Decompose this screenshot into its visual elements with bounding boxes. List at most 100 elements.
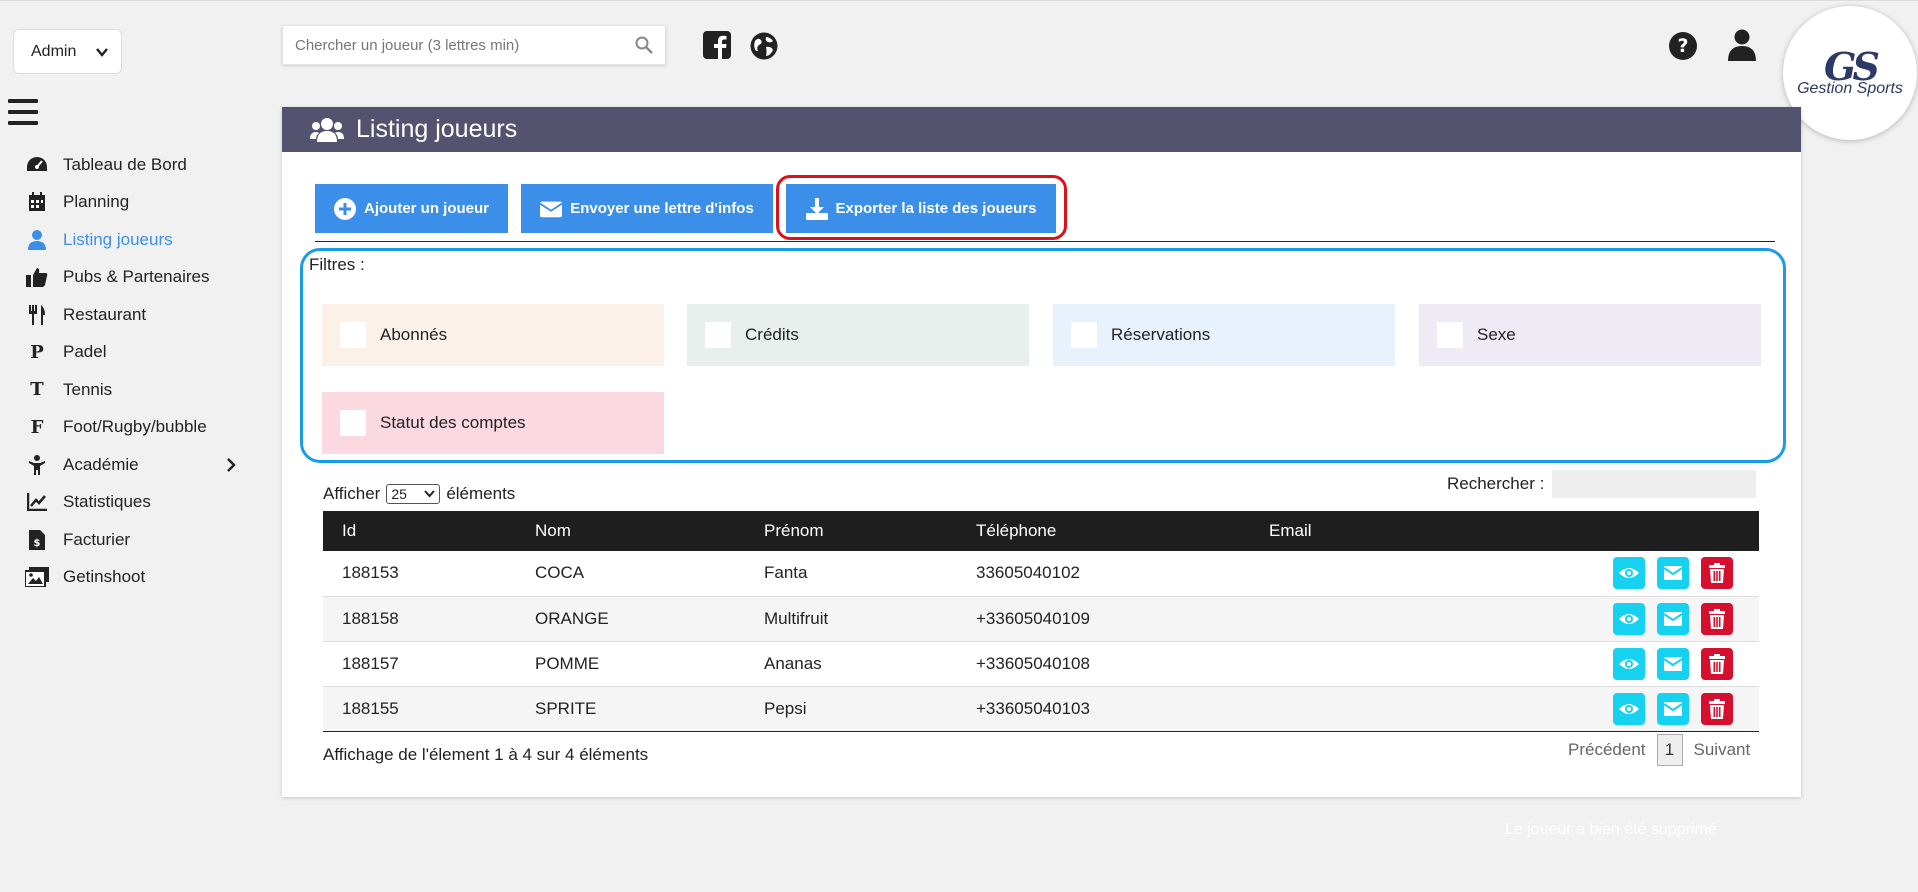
- column-header-id[interactable]: Id: [323, 511, 516, 551]
- page-title: Listing joueurs: [356, 115, 518, 143]
- sidebar-item-pubs-partenaires[interactable]: Pubs & Partenaires: [24, 259, 234, 297]
- view-button[interactable]: [1613, 647, 1645, 680]
- cell-telephone: +33605040109: [957, 596, 1250, 642]
- delete-button[interactable]: [1701, 557, 1733, 590]
- chart-line-icon: [24, 491, 50, 513]
- role-select-value: Admin: [31, 42, 77, 60]
- table-row: 188153 COCA Fanta 33605040102: [323, 551, 1759, 597]
- sidebar-item-label: Foot/Rugby/bubble: [63, 417, 207, 437]
- column-header-telephone[interactable]: Téléphone: [957, 511, 1250, 551]
- images-icon: [24, 566, 50, 588]
- account-icon[interactable]: [1728, 29, 1756, 61]
- envelope-icon: [1663, 701, 1683, 716]
- filter-checkbox[interactable]: [705, 322, 731, 348]
- toast-message: Le joueur a bien été supprimé: [1505, 821, 1717, 838]
- sidebar-item-listing-joueurs[interactable]: Listing joueurs: [24, 221, 234, 259]
- page-length-before: Afficher: [323, 484, 381, 503]
- svg-text:?: ?: [1677, 35, 1688, 57]
- download-icon: [805, 197, 828, 220]
- sidebar-item-label: Facturier: [63, 529, 131, 549]
- players-card: Listing joueurs Ajouter un joueur Envoye…: [282, 107, 1801, 797]
- email-button[interactable]: [1657, 602, 1689, 635]
- menu-toggle-icon[interactable]: [8, 99, 38, 125]
- filter-abonnes[interactable]: Abonnés: [322, 304, 664, 366]
- table-info: Affichage de l'élement 1 à 4 sur 4 éléme…: [323, 745, 649, 764]
- add-player-button[interactable]: Ajouter un joueur: [315, 184, 508, 233]
- envelope-icon: [1663, 656, 1683, 671]
- filter-checkbox[interactable]: [340, 322, 366, 348]
- sidebar-item-foot-rugby-bubble[interactable]: F Foot/Rugby/bubble: [24, 409, 234, 447]
- letter-t-icon: T: [30, 379, 44, 401]
- logo[interactable]: GS Gestion Sports: [1783, 6, 1917, 140]
- page-length-select[interactable]: 25: [386, 484, 441, 504]
- pagination-previous[interactable]: Précédent: [1568, 740, 1646, 760]
- filters-label: Filtres :: [309, 255, 365, 274]
- cell-id: 188157: [323, 641, 516, 687]
- column-header-prenom[interactable]: Prénom: [745, 511, 957, 551]
- view-button[interactable]: [1613, 602, 1645, 635]
- cell-telephone: 33605040102: [957, 551, 1250, 597]
- cell-telephone: +33605040108: [957, 641, 1250, 687]
- view-button[interactable]: [1613, 557, 1645, 590]
- filter-checkbox[interactable]: [340, 410, 366, 436]
- pagination-next[interactable]: Suivant: [1694, 740, 1751, 760]
- search-icon[interactable]: [635, 36, 653, 54]
- email-button[interactable]: [1657, 647, 1689, 680]
- eye-icon: [1619, 568, 1639, 579]
- export-players-label: Exporter la liste des joueurs: [835, 200, 1037, 217]
- filter-reservations[interactable]: Réservations: [1053, 304, 1395, 366]
- eye-icon: [1619, 658, 1639, 669]
- page-length-value: 25: [391, 486, 407, 502]
- sidebar-item-label: Pubs & Partenaires: [63, 267, 210, 287]
- delete-button[interactable]: [1701, 647, 1733, 680]
- sidebar-item-facturier[interactable]: $ Facturier: [24, 521, 234, 559]
- sidebar-item-planning[interactable]: Planning: [24, 184, 234, 222]
- delete-button[interactable]: [1701, 692, 1733, 725]
- filter-credits[interactable]: Crédits: [687, 304, 1029, 366]
- svg-text:$: $: [34, 538, 41, 549]
- role-select[interactable]: Admin: [13, 29, 122, 74]
- table-row: 188155 SPRITE Pepsi +33605040103: [323, 686, 1759, 732]
- trash-icon: [1709, 653, 1725, 674]
- column-header-actions: [1450, 511, 1759, 551]
- child-icon: [24, 454, 50, 476]
- filter-checkbox[interactable]: [1437, 322, 1463, 348]
- table-search-input[interactable]: [1552, 470, 1757, 498]
- sidebar-item-label: Académie: [63, 454, 139, 474]
- cell-email: [1250, 686, 1450, 732]
- filter-checkbox[interactable]: [1071, 322, 1097, 348]
- sidebar-item-tennis[interactable]: T Tennis: [24, 371, 234, 409]
- sidebar-item-tableau-de-bord[interactable]: Tableau de Bord: [24, 146, 234, 184]
- export-players-button[interactable]: Exporter la liste des joueurs: [786, 184, 1056, 233]
- column-header-nom[interactable]: Nom: [516, 511, 745, 551]
- filter-sexe[interactable]: Sexe: [1419, 304, 1761, 366]
- email-button[interactable]: [1657, 692, 1689, 725]
- filter-statut-comptes[interactable]: Statut des comptes: [322, 392, 664, 454]
- facebook-icon[interactable]: [703, 31, 731, 59]
- email-button[interactable]: [1657, 557, 1689, 590]
- cell-telephone: +33605040103: [957, 686, 1250, 732]
- plus-circle-icon: [334, 197, 356, 220]
- table-search: Rechercher :: [1447, 470, 1757, 498]
- table-header-row: Id Nom Prénom Téléphone Email: [323, 511, 1759, 551]
- sidebar-item-padel[interactable]: P Padel: [24, 334, 234, 372]
- sidebar-item-statistiques[interactable]: Statistiques: [24, 484, 234, 522]
- sidebar-item-label: Statistiques: [63, 492, 151, 512]
- help-icon[interactable]: ?: [1668, 31, 1698, 61]
- player-search-input[interactable]: [295, 36, 635, 54]
- pagination-page-1[interactable]: 1: [1656, 734, 1683, 766]
- filter-label: Sexe: [1477, 325, 1516, 344]
- cell-prenom: Ananas: [745, 641, 957, 687]
- sidebar-item-restaurant[interactable]: Restaurant: [24, 296, 234, 334]
- delete-button[interactable]: [1701, 602, 1733, 635]
- sidebar-item-label: Listing joueurs: [63, 229, 173, 249]
- send-newsletter-button[interactable]: Envoyer une lettre d'infos: [521, 184, 773, 233]
- sidebar-item-academie[interactable]: Académie: [24, 446, 236, 484]
- column-header-email[interactable]: Email: [1250, 511, 1450, 551]
- letter-f-icon: F: [30, 416, 44, 438]
- users-icon: [310, 117, 344, 142]
- globe-icon[interactable]: [749, 31, 779, 61]
- sidebar-item-getinshoot[interactable]: Getinshoot: [24, 559, 234, 597]
- view-button[interactable]: [1613, 692, 1645, 725]
- page-length-after: éléments: [446, 484, 516, 503]
